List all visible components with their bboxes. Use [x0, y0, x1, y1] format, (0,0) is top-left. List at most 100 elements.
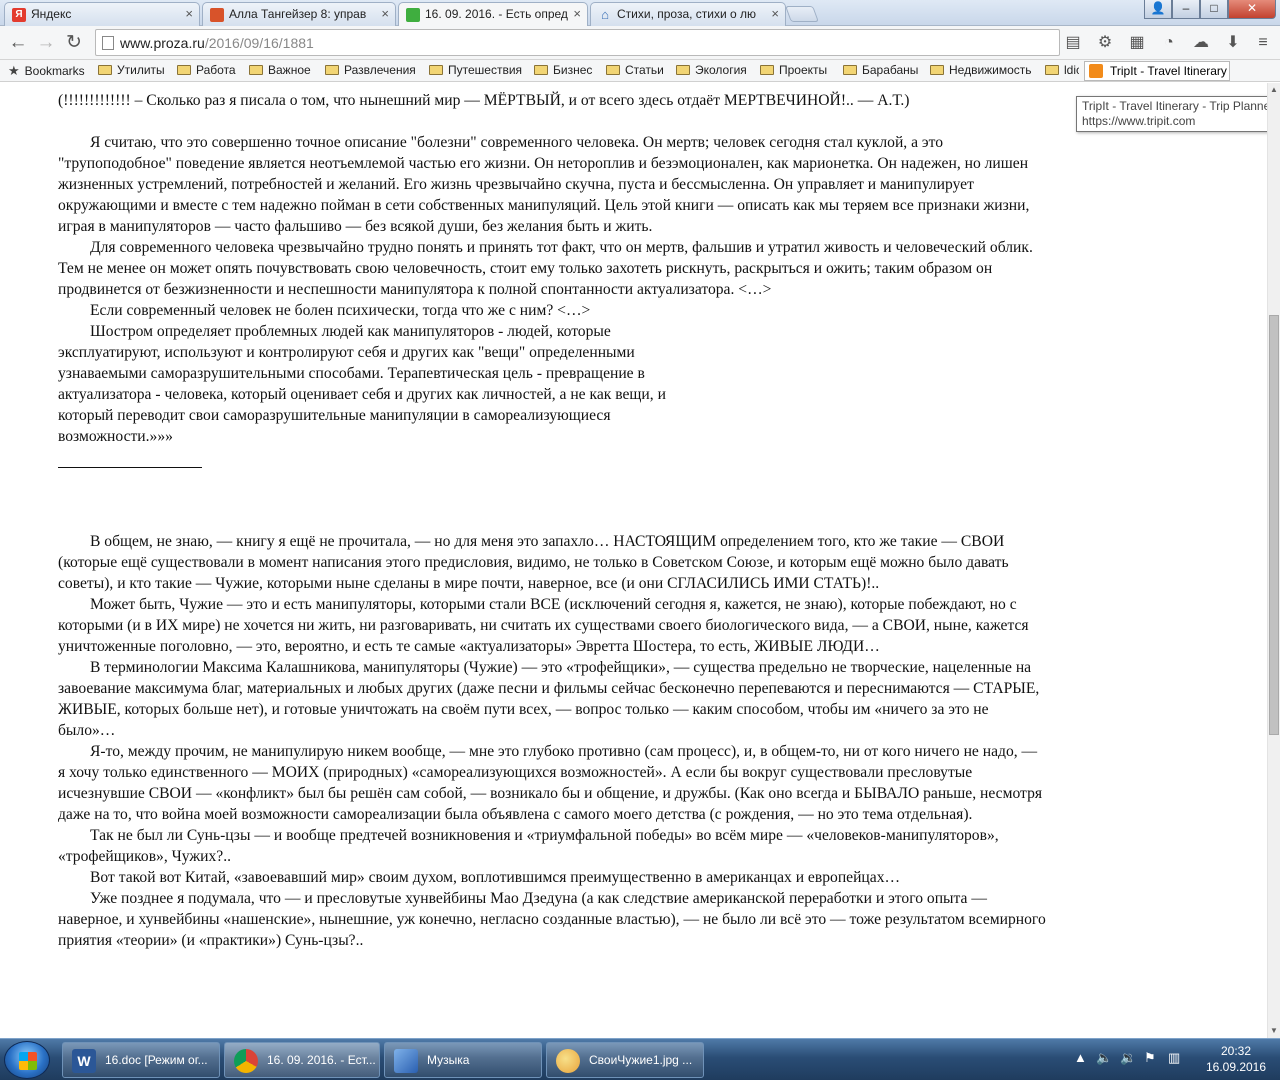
tray-expand-icon[interactable]: ▲ — [1074, 1050, 1087, 1065]
folder-icon — [606, 65, 620, 75]
separator-line — [58, 467, 202, 468]
close-icon[interactable]: × — [185, 3, 193, 25]
folder-icon — [930, 65, 944, 75]
bookmark-folder[interactable]: Барабаны — [843, 60, 918, 82]
folder-icon — [177, 65, 191, 75]
bookmark-folder[interactable]: Утилиты — [98, 60, 165, 82]
music-icon — [394, 1049, 418, 1073]
bookmark-folder[interactable]: Работа — [177, 60, 236, 82]
tab-title: Алла Тангейзер 8: управ — [229, 7, 367, 21]
taskbar-clock[interactable]: 20:32 16.09.2016 — [1196, 1043, 1276, 1075]
clock-time: 20:32 — [1220, 1044, 1252, 1058]
tab-title: Стихи, проза, стихи о лю — [617, 7, 757, 21]
bookmark-folder[interactable]: Важное — [249, 60, 311, 82]
folder-icon — [676, 65, 690, 75]
folder-icon — [325, 65, 339, 75]
reader-icon[interactable]: ▤ — [1062, 32, 1084, 54]
close-icon[interactable]: × — [381, 3, 389, 25]
compass-icon[interactable]: ◔ — [1158, 32, 1180, 54]
minimize-button[interactable]: – — [1172, 0, 1200, 19]
article-paragraph: В общем, не знаю, — книгу я ещё не прочи… — [58, 533, 1009, 592]
taskbar-item-music[interactable]: Музыка — [384, 1042, 542, 1078]
close-icon[interactable]: × — [771, 3, 779, 25]
bookmark-folder[interactable]: Развлечения — [325, 60, 416, 82]
article-paragraph: Может быть, Чужие — это и есть манипулят… — [58, 596, 1029, 655]
new-tab-button[interactable] — [785, 6, 819, 22]
tab-yandex[interactable]: Я Яндекс × — [4, 2, 200, 26]
star-icon: ★ — [8, 63, 20, 78]
article-paragraph: Для современного человека чрезвычайно тр… — [58, 239, 1033, 298]
forward-button[interactable]: → — [34, 32, 58, 54]
page-content: (!!!!!!!!!!!!! – Сколько раз я писала о … — [0, 83, 1267, 1038]
article-paragraph: Я-то, между прочим, не манипулирую никем… — [58, 743, 1043, 823]
tooltip-title: TripIt - Travel Itinerary - Trip Planner — [1082, 99, 1275, 113]
tripit-icon — [1089, 64, 1103, 78]
paint-icon — [556, 1049, 580, 1073]
download-icon[interactable]: ⬇ — [1222, 32, 1244, 54]
vertical-scrollbar[interactable]: ▲ ▼ — [1267, 83, 1280, 1038]
bookmark-tripit[interactable]: TripIt - Travel Itinerary — [1084, 61, 1230, 81]
bookmark-folder[interactable]: Статьи — [606, 60, 664, 82]
tab-stihi[interactable]: ⌂ Стихи, проза, стихи о лю × — [590, 2, 786, 26]
tab-alla-tangeizer[interactable]: Алла Тангейзер 8: управ × — [202, 2, 396, 26]
bookmark-folder[interactable]: Путешествия — [429, 60, 522, 82]
scroll-up-icon[interactable]: ▲ — [1268, 83, 1280, 97]
cloud-icon[interactable]: ☁ — [1190, 32, 1212, 54]
yandex-icon: Я — [12, 8, 26, 22]
bookmark-folder[interactable]: Проекты — [760, 60, 827, 82]
page-green-icon — [406, 8, 420, 22]
bookmark-folder[interactable]: Недвижимость — [930, 60, 1032, 82]
address-bar[interactable]: www.proza.ru/2016/09/16/1881 — [95, 29, 1060, 56]
taskbar-item-chrome[interactable]: 16. 09. 2016. - Ест... — [224, 1042, 380, 1078]
tab-strip: Я Яндекс × Алла Тангейзер 8: управ × 16.… — [0, 0, 1280, 27]
article-body: (!!!!!!!!!!!!! – Сколько раз я писала о … — [58, 90, 1048, 951]
proza-icon — [210, 8, 224, 22]
reload-button[interactable]: ↻ — [62, 32, 86, 54]
settings-gear-icon[interactable]: ⚙ — [1094, 32, 1116, 54]
action-center-icon[interactable]: ⚑ — [1144, 1050, 1156, 1066]
folder-icon — [1045, 65, 1059, 75]
clock-date: 16.09.2016 — [1205, 1060, 1267, 1074]
scroll-down-icon[interactable]: ▼ — [1268, 1024, 1280, 1038]
extension-colorful-icon[interactable]: ▦ — [1126, 32, 1148, 54]
bookmark-folder[interactable]: ldic — [1045, 60, 1079, 82]
bookmark-folder[interactable]: Экология — [676, 60, 747, 82]
article-intro: (!!!!!!!!!!!!! – Сколько раз я писала о … — [58, 92, 910, 109]
close-window-button[interactable]: ✕ — [1228, 0, 1276, 19]
close-icon[interactable]: × — [573, 3, 581, 25]
article-paragraph: Уже позднее я подумала, что — и преслову… — [58, 890, 1046, 949]
article-paragraph: Если современный человек не болен психич… — [90, 302, 591, 319]
folder-icon — [98, 65, 112, 75]
start-button[interactable] — [4, 1041, 50, 1079]
tab-current-article[interactable]: 16. 09. 2016. - Есть опред × — [398, 2, 588, 27]
article-paragraph: Я считаю, что это совершенно точное опис… — [58, 134, 1030, 235]
bookmark-folder[interactable]: Бизнес — [534, 60, 592, 82]
network-icon[interactable]: ▥ — [1168, 1050, 1180, 1066]
folder-icon — [760, 65, 774, 75]
word-icon: W — [72, 1049, 96, 1073]
bookmark-tooltip: TripIt - Travel Itinerary - Trip Planner… — [1076, 96, 1278, 132]
article-quote: Шостром определяет проблемных людей как … — [58, 323, 666, 445]
url-text[interactable]: www.proza.ru/2016/09/16/1881 — [120, 30, 314, 56]
article-paragraph: В терминологии Максима Калашникова, мани… — [58, 659, 1040, 739]
folder-icon — [249, 65, 263, 75]
folder-icon — [843, 65, 857, 75]
maximize-button[interactable]: □ — [1200, 0, 1228, 19]
taskbar-item-paint[interactable]: СвоиЧужие1.jpg ... — [546, 1042, 704, 1078]
taskbar-item-word[interactable]: W 16.doc [Режим ог... — [62, 1042, 220, 1078]
user-button[interactable]: 👤 — [1144, 0, 1172, 19]
windows-taskbar: W 16.doc [Режим ог... 16. 09. 2016. - Ес… — [0, 1038, 1280, 1080]
bookmarks-bar: ★ Bookmarks Утилиты Работа Важное Развлеч… — [0, 60, 1280, 82]
article-paragraph: Так не был ли Сунь-цзы — и вообще предте… — [58, 827, 999, 865]
tooltip-url: https://www.tripit.com — [1082, 114, 1196, 128]
bookmarks-button[interactable]: ★ Bookmarks — [8, 60, 85, 82]
tab-title: Яндекс — [31, 7, 72, 21]
page-icon — [102, 36, 114, 50]
menu-icon[interactable]: ≡ — [1252, 32, 1274, 54]
speaker-icon[interactable]: 🔉 — [1120, 1050, 1136, 1066]
windows-logo-icon — [19, 1052, 37, 1070]
scrollbar-thumb[interactable] — [1269, 315, 1279, 735]
folder-icon — [429, 65, 443, 75]
back-button[interactable]: ← — [6, 32, 30, 54]
volume-red-icon[interactable]: 🔈 — [1096, 1050, 1112, 1066]
